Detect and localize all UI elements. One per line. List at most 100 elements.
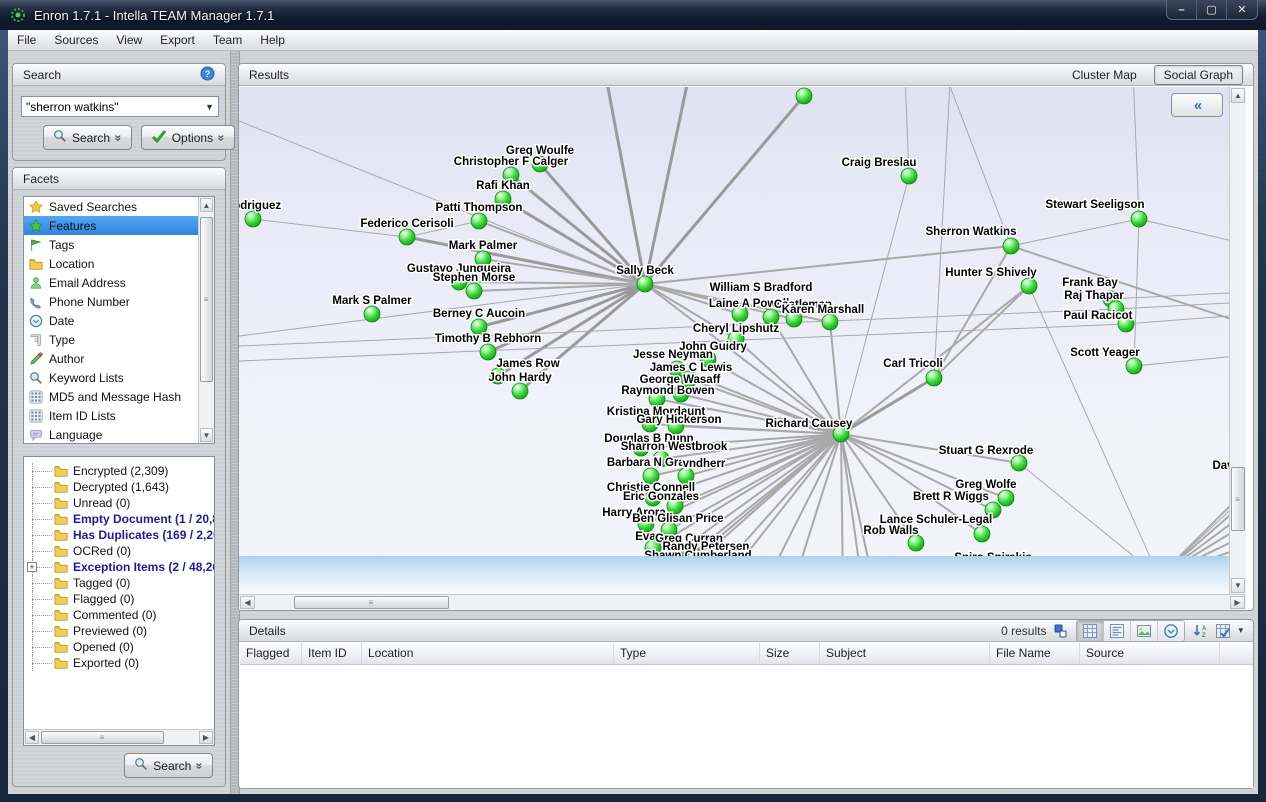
graph-node[interactable] bbox=[822, 314, 838, 330]
sidebar-item-email-address[interactable]: Email Address bbox=[24, 273, 214, 292]
table-view-icon[interactable] bbox=[1077, 621, 1104, 641]
sidebar-item-features[interactable]: Features bbox=[24, 216, 214, 235]
graph-node[interactable] bbox=[796, 88, 812, 104]
sidebar-item-location[interactable]: Location bbox=[24, 254, 214, 273]
graph-node[interactable] bbox=[1126, 358, 1142, 374]
column-header-subject[interactable]: Subject bbox=[820, 643, 990, 664]
menu-item-sources[interactable]: Sources bbox=[45, 31, 107, 49]
column-header-location[interactable]: Location bbox=[362, 643, 614, 664]
column-chooser-icon[interactable] bbox=[1215, 623, 1231, 639]
sort-icon[interactable]: AZ bbox=[1192, 623, 1208, 639]
feature-item-empty-document[interactable]: Empty Document (1 / 20,8 bbox=[24, 511, 214, 527]
list-view-icon[interactable] bbox=[1104, 621, 1131, 641]
feature-item-opened[interactable]: Opened (0) bbox=[24, 639, 214, 655]
thumbnail-view-icon[interactable] bbox=[1131, 621, 1158, 641]
sidebar-item-type[interactable]: Type bbox=[24, 330, 214, 349]
menu-item-view[interactable]: View bbox=[107, 31, 151, 49]
scroll-left-arrow[interactable]: ◀ bbox=[25, 731, 39, 744]
search-query-combobox[interactable]: "sherron watkins" ▼ bbox=[21, 96, 219, 117]
sidebar-item-saved-searches[interactable]: Saved Searches bbox=[24, 197, 214, 216]
sidebar-item-tags[interactable]: Tags bbox=[24, 235, 214, 254]
column-header-type[interactable]: Type bbox=[614, 643, 760, 664]
column-header-source[interactable]: Source bbox=[1080, 643, 1220, 664]
combobox-dropdown-icon[interactable]: ▼ bbox=[205, 102, 214, 112]
tab-cluster-map[interactable]: Cluster Map bbox=[1063, 66, 1146, 84]
facet-list-scrollbar[interactable]: ▲ ≡ ▼ bbox=[198, 197, 214, 443]
maximize-button[interactable]: ▢ bbox=[1197, 0, 1227, 19]
graph-node[interactable] bbox=[245, 211, 261, 227]
graph-h-scrollbar[interactable]: ◀ ≡ ▶ bbox=[239, 594, 1246, 610]
feature-item-exported[interactable]: Exported (0) bbox=[24, 655, 214, 671]
timeline-view-icon[interactable] bbox=[1158, 621, 1184, 641]
scrollbar-thumb[interactable]: ≡ bbox=[41, 731, 164, 744]
scroll-down-arrow[interactable]: ▼ bbox=[1231, 578, 1245, 593]
sidebar-item-phone-number[interactable]: Phone Number bbox=[24, 292, 214, 311]
graph-node[interactable] bbox=[364, 306, 380, 322]
details-table-body[interactable] bbox=[240, 665, 1253, 788]
collapse-panel-button[interactable]: « bbox=[1171, 93, 1223, 117]
folder-icon bbox=[54, 512, 68, 526]
scroll-left-arrow[interactable]: ◀ bbox=[240, 596, 255, 609]
graph-node[interactable] bbox=[1011, 455, 1027, 471]
feature-item-commented[interactable]: Commented (0) bbox=[24, 607, 214, 623]
feature-item-ocred[interactable]: OCRed (0) bbox=[24, 543, 214, 559]
scroll-right-arrow[interactable]: ▶ bbox=[199, 731, 213, 744]
sidebar-item-language[interactable]: Language bbox=[24, 425, 214, 444]
search-button[interactable]: Search » bbox=[43, 125, 132, 150]
graph-node[interactable] bbox=[1003, 238, 1019, 254]
column-header-file-name[interactable]: File Name bbox=[990, 643, 1080, 664]
minimize-button[interactable]: – bbox=[1167, 0, 1197, 19]
scrollbar-thumb[interactable]: ≡ bbox=[1231, 467, 1245, 531]
feature-item-decrypted[interactable]: Decrypted (1,643) bbox=[24, 479, 214, 495]
scroll-up-arrow[interactable]: ▲ bbox=[200, 198, 213, 212]
graph-node[interactable] bbox=[471, 213, 487, 229]
features-h-scrollbar[interactable]: ◀ ≡ ▶ bbox=[24, 729, 214, 745]
feature-item-exception-items[interactable]: +Exception Items (2 / 48,26 bbox=[24, 559, 214, 575]
graph-node[interactable] bbox=[466, 283, 482, 299]
help-icon[interactable]: ? bbox=[200, 66, 215, 84]
menu-item-file[interactable]: File bbox=[8, 31, 45, 49]
scroll-up-arrow[interactable]: ▲ bbox=[1231, 88, 1245, 103]
graph-v-scrollbar[interactable]: ▲ ≡ ▼ bbox=[1229, 87, 1246, 594]
feature-item-encrypted[interactable]: Encrypted (2,309) bbox=[24, 463, 214, 479]
graph-node[interactable] bbox=[637, 276, 653, 292]
tree-expander-icon[interactable]: + bbox=[27, 562, 37, 572]
cluster-map-mini-icon[interactable] bbox=[1053, 623, 1069, 639]
feature-item-previewed[interactable]: Previewed (0) bbox=[24, 623, 214, 639]
graph-node[interactable] bbox=[1131, 211, 1147, 227]
graph-node[interactable] bbox=[399, 229, 415, 245]
graph-node[interactable] bbox=[974, 526, 990, 542]
graph-node[interactable] bbox=[901, 168, 917, 184]
options-button[interactable]: Options » bbox=[141, 125, 235, 150]
sidebar-item-md5-and-message-hash[interactable]: MD5 and Message Hash bbox=[24, 387, 214, 406]
scrollbar-thumb[interactable]: ≡ bbox=[294, 596, 449, 609]
graph-node[interactable] bbox=[926, 370, 942, 386]
menu-item-team[interactable]: Team bbox=[204, 31, 251, 49]
sidebar-item-item-id-lists[interactable]: Item ID Lists bbox=[24, 406, 214, 425]
scroll-down-arrow[interactable]: ▼ bbox=[200, 428, 213, 442]
column-header-flagged[interactable]: Flagged bbox=[240, 643, 302, 664]
graph-node[interactable] bbox=[1021, 278, 1037, 294]
menu-item-help[interactable]: Help bbox=[251, 31, 294, 49]
feature-item-flagged[interactable]: Flagged (0) bbox=[24, 591, 214, 607]
column-header-item-id[interactable]: Item ID bbox=[302, 643, 362, 664]
graph-node[interactable] bbox=[480, 344, 496, 360]
column-header-size[interactable]: Size bbox=[760, 643, 820, 664]
sidebar-item-date[interactable]: Date bbox=[24, 311, 214, 330]
tab-social-graph[interactable]: Social Graph bbox=[1154, 65, 1243, 85]
menu-item-export[interactable]: Export bbox=[151, 31, 204, 49]
graph-node[interactable] bbox=[512, 383, 528, 399]
social-graph-canvas[interactable]: RodriguezGreg WoulfeChristopher F Calger… bbox=[239, 87, 1229, 594]
feature-item-has-duplicates[interactable]: Has Duplicates (169 / 2,20 bbox=[24, 527, 214, 543]
facets-search-button[interactable]: Search » bbox=[124, 753, 213, 778]
graph-node[interactable] bbox=[908, 535, 924, 551]
sidebar-item-author[interactable]: Author bbox=[24, 349, 214, 368]
scroll-right-arrow[interactable]: ▶ bbox=[1230, 596, 1245, 609]
scrollbar-thumb[interactable]: ≡ bbox=[200, 217, 213, 382]
graph-node[interactable] bbox=[998, 490, 1014, 506]
feature-item-unread[interactable]: Unread (0) bbox=[24, 495, 214, 511]
sidebar-item-keyword-lists[interactable]: Keyword Lists bbox=[24, 368, 214, 387]
toolbar-caret-icon[interactable]: ▾ bbox=[1238, 625, 1243, 636]
close-button[interactable]: ✕ bbox=[1227, 0, 1257, 19]
feature-item-tagged[interactable]: Tagged (0) bbox=[24, 575, 214, 591]
